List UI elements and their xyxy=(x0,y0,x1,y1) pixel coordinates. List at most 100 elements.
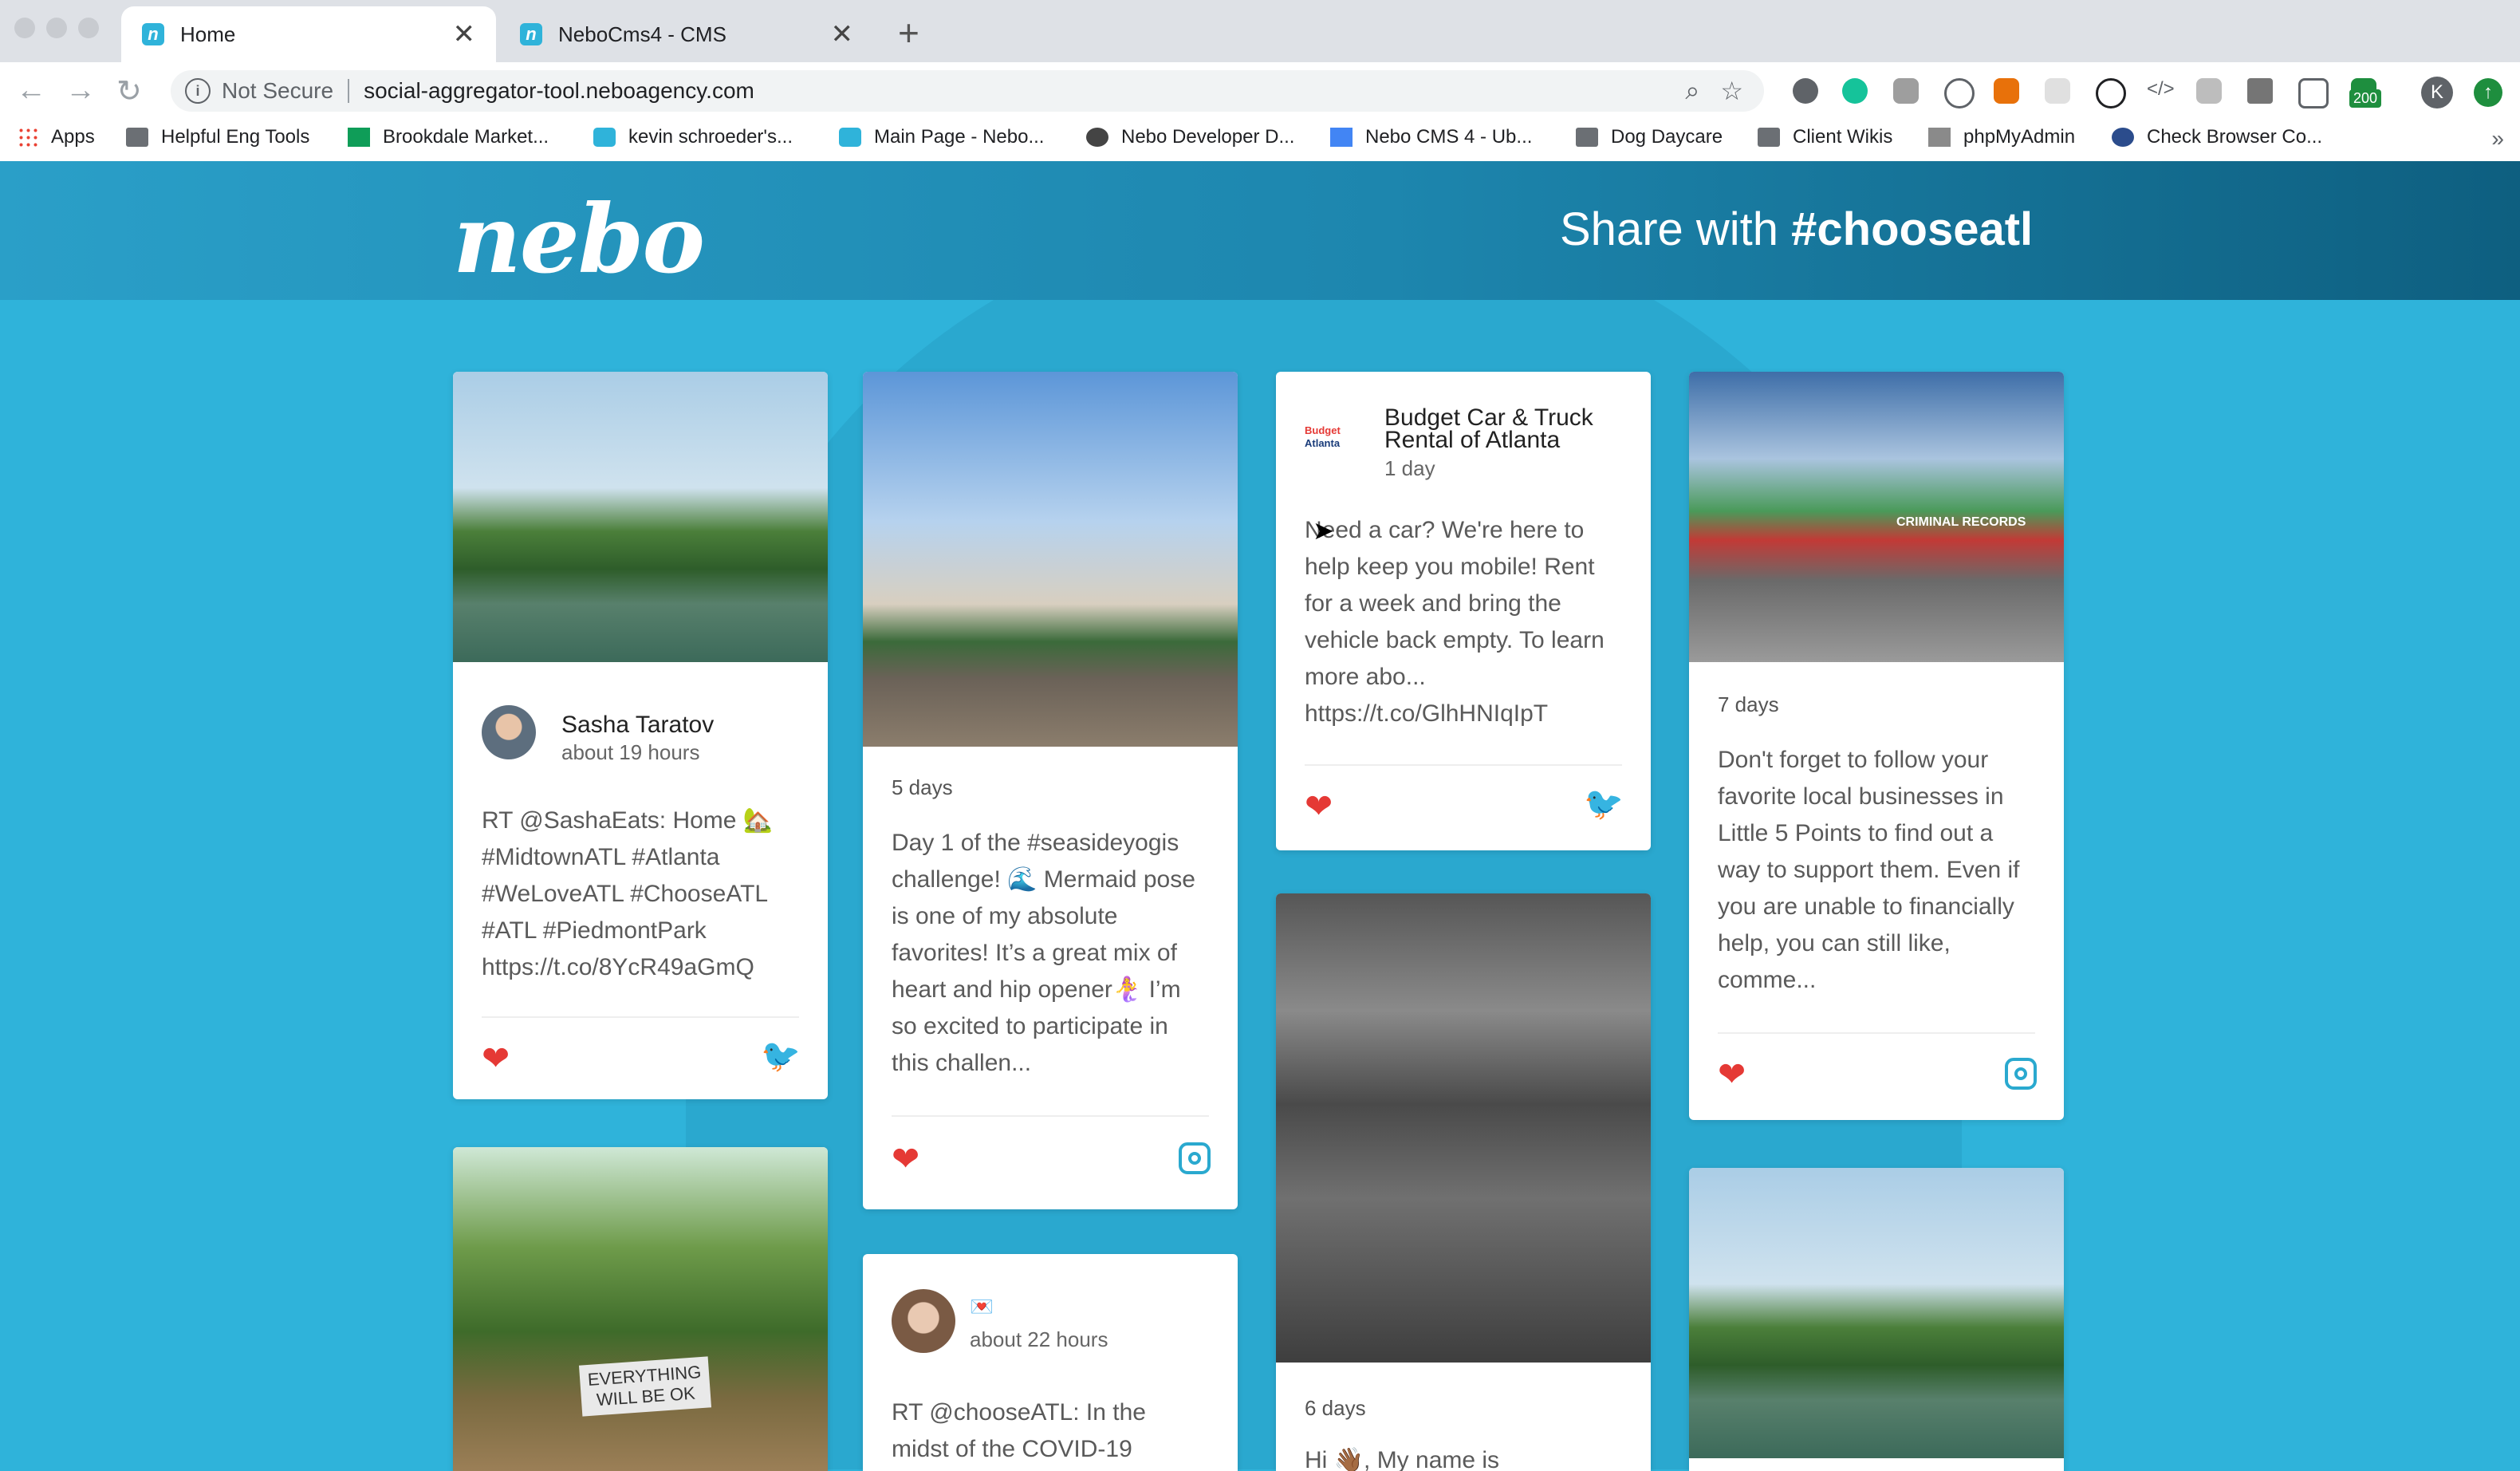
new-tab-button[interactable]: + xyxy=(898,11,919,54)
nebo-favicon-icon xyxy=(593,128,616,147)
social-post-card[interactable] xyxy=(1689,1168,2064,1471)
back-button[interactable]: ← xyxy=(16,73,46,108)
window-close-button[interactable] xyxy=(14,18,35,38)
twitter-icon[interactable]: 🐦 xyxy=(761,1037,801,1075)
extension-icon[interactable] xyxy=(2196,78,2222,104)
post-time: about 22 hours xyxy=(970,1327,1108,1351)
post-time: 1 day xyxy=(1384,456,1435,480)
grammarly-icon[interactable] xyxy=(1842,78,1868,104)
document-icon xyxy=(1330,128,1353,147)
bookmark-star-icon[interactable]: ☆ xyxy=(1720,76,1743,106)
heart-icon[interactable]: ❤ xyxy=(892,1139,919,1178)
post-author[interactable]: 💌 xyxy=(970,1296,994,1319)
post-author[interactable]: Sasha Taratov xyxy=(561,712,714,739)
post-text: Don't forget to follow your favorite loc… xyxy=(1718,747,2020,993)
card-divider xyxy=(1718,1032,2035,1034)
bookmark-client-wikis[interactable]: Client Wikis xyxy=(1758,126,1892,148)
post-image xyxy=(863,372,1238,747)
mouse-cursor: ➤ xyxy=(1313,516,1334,545)
social-post-card[interactable]: Budget Atlanta Budget Car & Truck Rental o… xyxy=(1276,372,1651,850)
bookmark-helpful-eng-tools[interactable]: Helpful Eng Tools xyxy=(126,126,309,148)
card-divider xyxy=(892,1115,1209,1117)
share-hashtag-heading: Share with #chooseatl xyxy=(1560,203,2034,255)
social-post-card[interactable]: 6 days Hi 👋🏾, My name is xyxy=(1276,893,1651,1471)
post-text: RT @SashaEats: Home 🏡 #MidtownATL #Atlan… xyxy=(482,807,774,980)
browser-tab-bar: n Home ✕ n NeboCms4 - CMS ✕ + xyxy=(0,0,2520,62)
window-zoom-button[interactable] xyxy=(78,18,99,38)
extension-icon[interactable] xyxy=(2096,78,2126,108)
url-text[interactable]: social-aggregator-tool.neboagency.com xyxy=(364,78,1685,104)
nebo-favicon-icon xyxy=(839,128,861,147)
camera-icon[interactable] xyxy=(2298,78,2329,108)
page-header: nebo Share with #chooseatl xyxy=(0,161,2520,300)
extension-icon[interactable] xyxy=(2045,78,2070,104)
post-text: RT @chooseATL: In the midst of the COVID… xyxy=(892,1399,1146,1462)
drive-icon[interactable] xyxy=(2247,78,2273,104)
bookmark-main-page-nebo[interactable]: Main Page - Nebo... xyxy=(839,126,1044,148)
budget-logo: Budget Atlanta xyxy=(1305,424,1341,449)
post-image xyxy=(453,1147,828,1471)
tab-title: Home xyxy=(180,22,236,46)
check-browser-icon xyxy=(2112,128,2134,147)
forward-button[interactable]: → xyxy=(65,73,96,108)
bookmark-apps[interactable]: Apps xyxy=(18,126,95,148)
post-text: Need a car? We're here to help keep you … xyxy=(1305,517,1605,727)
tab-nebocms[interactable]: n NeboCms4 - CMS ✕ xyxy=(499,6,874,62)
post-image xyxy=(453,372,828,662)
social-post-card[interactable]: 💌 about 22 hours RT @chooseATL: In the m… xyxy=(863,1254,1238,1471)
nebo-logo[interactable]: nebo xyxy=(453,183,705,294)
bookmark-brookdale[interactable]: Brookdale Market... xyxy=(348,126,549,148)
zoom-icon[interactable]: ⌕ xyxy=(1685,76,1699,106)
post-text: Day 1 of the #seasideyogis challenge! 🌊 … xyxy=(892,830,1195,1076)
bookmark-dog-daycare[interactable]: Dog Daycare xyxy=(1576,126,1723,148)
instagram-icon[interactable] xyxy=(2005,1058,2037,1090)
profile-avatar[interactable]: K xyxy=(2421,77,2453,108)
address-bar[interactable]: i Not Secure social-aggregator-tool.nebo… xyxy=(171,70,1764,112)
extension-icon[interactable] xyxy=(1944,78,1975,108)
bookmark-check-browser[interactable]: Check Browser Co... xyxy=(2112,126,2322,148)
folder-icon xyxy=(1758,128,1780,147)
sheets-icon xyxy=(348,128,370,147)
megaphone-icon[interactable] xyxy=(1994,78,2019,104)
extension-icon[interactable] xyxy=(1793,78,1818,104)
site-info-icon[interactable]: i xyxy=(185,78,211,104)
post-author[interactable]: Budget Car & Truck Rental of Atlanta xyxy=(1384,406,1593,452)
bookmark-kevin-schroeder[interactable]: kevin schroeder's... xyxy=(593,126,793,148)
bookmark-phpmyadmin[interactable]: phpMyAdmin xyxy=(1928,126,2075,148)
post-time: about 19 hours xyxy=(561,740,700,764)
hashtag: #chooseatl xyxy=(1791,203,2034,255)
nebo-favicon-icon: n xyxy=(520,23,542,45)
tab-title: NeboCms4 - CMS xyxy=(558,22,726,46)
social-post-card[interactable]: Sasha Taratov about 19 hours RT @SashaEa… xyxy=(453,372,828,1099)
extension-icon[interactable] xyxy=(1893,78,1919,104)
tab-home[interactable]: n Home ✕ xyxy=(121,6,496,62)
bookmarks-overflow-button[interactable]: » xyxy=(2491,126,2504,152)
update-icon[interactable]: ↑ xyxy=(2474,78,2502,107)
heart-icon[interactable]: ❤ xyxy=(1305,787,1333,826)
address-separator xyxy=(348,79,350,103)
post-time: 7 days xyxy=(1718,692,1779,716)
reload-button[interactable]: ↻ xyxy=(116,73,142,109)
tab-close-icon[interactable]: ✕ xyxy=(831,18,854,50)
shop-sign-text: CRIMINAL RECORDS xyxy=(1896,515,2026,529)
image-sign-text: EVERYTHING WILL BE OK xyxy=(578,1356,712,1417)
instagram-icon[interactable] xyxy=(1179,1142,1211,1174)
heart-icon[interactable]: ❤ xyxy=(1718,1055,1746,1094)
heart-icon[interactable]: ❤ xyxy=(482,1039,510,1078)
bookmark-nebo-developer[interactable]: Nebo Developer D... xyxy=(1086,126,1294,148)
tab-close-icon[interactable]: ✕ xyxy=(453,18,476,50)
post-text: Hi 👋🏾, My name is xyxy=(1305,1447,1500,1471)
code-icon[interactable]: </> xyxy=(2147,78,2175,104)
twitter-icon[interactable]: 🐦 xyxy=(1584,785,1624,822)
avatar xyxy=(482,705,536,759)
folder-icon xyxy=(126,128,148,147)
social-post-card[interactable]: CRIMINAL RECORDS 7 days Don't forget to … xyxy=(1689,372,2064,1120)
bookmarks-bar: Apps Helpful Eng Tools Brookdale Market.… xyxy=(0,118,2520,162)
social-post-card[interactable]: 5 days Day 1 of the #seasideyogis challe… xyxy=(863,372,1238,1209)
window-minimize-button[interactable] xyxy=(46,18,67,38)
social-post-card[interactable]: EVERYTHING WILL BE OK xyxy=(453,1147,828,1471)
folder-icon xyxy=(1576,128,1598,147)
nebo-favicon-icon: n xyxy=(142,23,164,45)
post-image xyxy=(1276,893,1651,1363)
bookmark-nebo-cms[interactable]: Nebo CMS 4 - Ub... xyxy=(1330,126,1532,148)
